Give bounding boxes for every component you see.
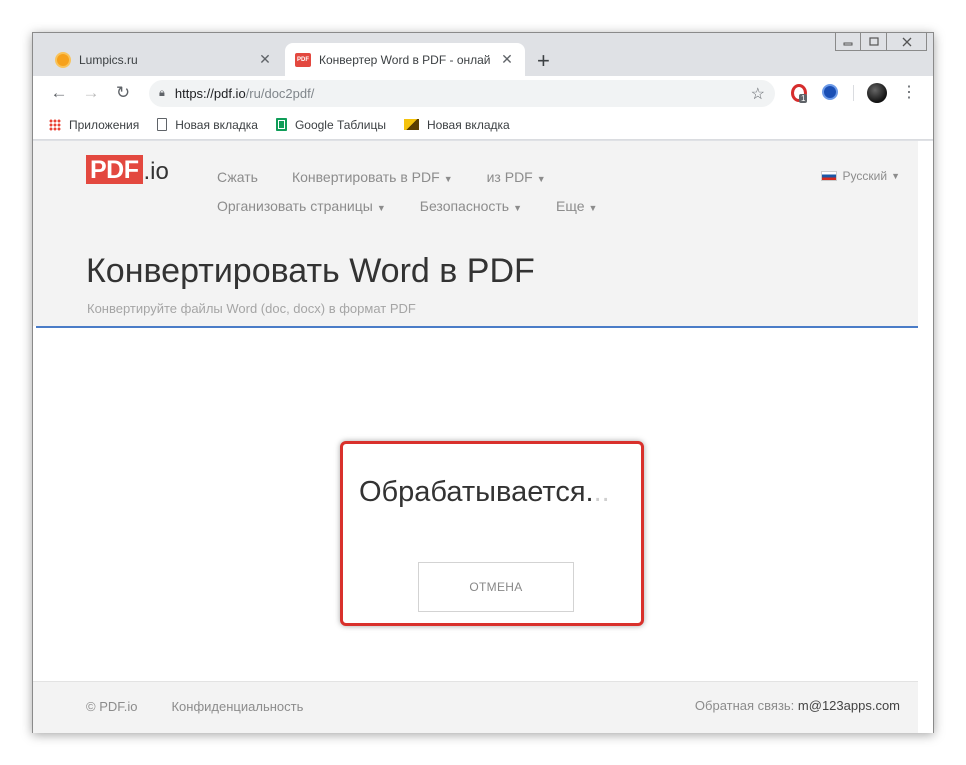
feedback-label: Обратная связь: <box>694 698 798 713</box>
extension-badge: 1 <box>799 94 808 103</box>
processing-panel: Обрабатывается... ОТМЕНА <box>340 441 644 626</box>
document-icon <box>157 118 168 131</box>
bookmark-label: Новая вкладка <box>175 117 258 132</box>
page-title: Конвертировать Word в PDF <box>86 252 535 290</box>
nav-label: Конвертировать в PDF <box>291 169 440 185</box>
cancel-button[interactable]: ОТМЕНА <box>418 562 574 612</box>
caret-down-icon: ▼ <box>376 203 386 213</box>
forward-arrow-icon[interactable]: → <box>75 83 107 103</box>
russian-flag-icon <box>820 171 837 181</box>
page-content: PDF .io Сжать Конвертировать в PDF ▼ из P… <box>33 141 933 733</box>
apps-grid-icon <box>49 118 61 131</box>
nav-security[interactable]: Безопасность ▼ <box>420 198 522 214</box>
footer-copyright: © PDF.io <box>86 699 138 714</box>
new-tab-button[interactable]: + <box>537 48 550 74</box>
language-label: Русский <box>842 169 888 183</box>
site-header: PDF .io Сжать Конвертировать в PDF ▼ из P… <box>33 141 918 326</box>
bookmark-label: Google Таблицы <box>294 117 386 132</box>
bookmark-star-icon[interactable]: ☆ <box>751 84 765 104</box>
processing-dots-faded: .. <box>593 476 610 508</box>
tab-title: Lumpics.ru <box>79 52 138 67</box>
tab-lumpics[interactable]: Lumpics.ru ✕ <box>45 43 283 76</box>
bookmark-new-tab-1[interactable]: Новая вкладка <box>157 118 258 132</box>
url-path: /ru/doc2pdf/ <box>245 86 315 101</box>
profile-avatar[interactable] <box>867 83 887 103</box>
footer-links: © PDF.io Конфиденциальность <box>86 699 337 714</box>
caret-down-icon: ▼ <box>891 171 900 181</box>
caret-down-icon: ▼ <box>536 174 546 184</box>
site-footer: © PDF.io Конфиденциальность Обратная свя… <box>33 681 918 733</box>
nav-label: Еще <box>556 198 585 214</box>
processing-dots: ... <box>586 476 610 508</box>
reload-icon[interactable]: ↻ <box>107 83 139 103</box>
main-nav-row-2: Организовать страницы ▼ Безопасность ▼ Еще… <box>217 198 631 214</box>
url-host: https://pdf.io <box>174 86 246 101</box>
nav-organize-pages[interactable]: Организовать страницы ▼ <box>217 198 386 214</box>
logo-io-text: .io <box>143 158 169 185</box>
processing-dot-main: . <box>585 476 594 508</box>
header-divider <box>36 326 918 328</box>
nav-label: Безопасность <box>419 198 510 214</box>
lumpics-favicon-icon <box>55 51 71 68</box>
toolbar-divider <box>853 85 854 101</box>
bookmark-label: Приложения <box>69 117 140 132</box>
caret-down-icon: ▼ <box>513 203 522 213</box>
main-nav-row-1: Сжать Конвертировать в PDF ▼ из PDF ▼ <box>217 169 580 185</box>
pdf-favicon-icon: PDF <box>295 52 311 67</box>
tab-strip: Lumpics.ru ✕ PDF Конвертер Word в PDF - … <box>33 43 933 76</box>
back-arrow-icon[interactable]: ← <box>43 83 75 103</box>
nav-compress[interactable]: Сжать <box>217 169 258 185</box>
more-menu-icon[interactable]: ⋮ <box>901 82 917 102</box>
globe-extension-icon[interactable] <box>822 84 838 100</box>
nav-more[interactable]: Еще ▼ <box>556 198 597 214</box>
logo-pdf-text: PDF <box>86 155 143 184</box>
feedback-email-link[interactable]: m@123apps.com <box>798 698 900 713</box>
nav-label: Организовать страницы <box>217 198 373 214</box>
tab-close-icon[interactable]: ✕ <box>257 51 273 68</box>
site-logo[interactable]: PDF .io <box>86 155 169 184</box>
tab-title: Конвертер Word в PDF - онлай <box>319 52 491 67</box>
bookmark-label: Новая вкладка <box>426 117 510 132</box>
bookmark-new-tab-2[interactable]: Новая вкладка <box>403 117 510 132</box>
google-sheets-icon <box>275 118 287 131</box>
nav-convert-to-pdf[interactable]: Конвертировать в PDF ▼ <box>292 169 453 185</box>
lock-icon: 🔒︎ <box>159 87 165 99</box>
nav-from-pdf[interactable]: из PDF ▼ <box>487 169 546 185</box>
page-subtitle: Конвертируйте файлы Word (doc, docx) в ф… <box>87 301 416 316</box>
tab-close-icon[interactable]: ✕ <box>499 51 515 68</box>
processing-status: Обрабатывается... <box>359 476 610 509</box>
nav-label: из PDF <box>486 169 533 185</box>
processing-label: Обрабатывается <box>359 476 586 508</box>
footer-privacy-link[interactable]: Конфиденциальность <box>171 699 303 714</box>
image-icon <box>403 119 419 130</box>
tab-pdf-converter[interactable]: PDF Конвертер Word в PDF - онлай ✕ <box>285 43 525 76</box>
language-selector[interactable]: Русский ▼ <box>820 169 900 183</box>
address-bar[interactable]: 🔒︎ https://pdf.io/ru/doc2pdf/ ☆ <box>149 80 775 107</box>
bookmark-apps[interactable]: Приложения <box>49 118 139 132</box>
bookmarks-bar: Приложения Новая вкладка Google Таблицы … <box>33 110 933 140</box>
footer-feedback: Обратная связь: m@123apps.com <box>695 698 900 713</box>
bookmark-google-sheets[interactable]: Google Таблицы <box>275 117 386 132</box>
caret-down-icon: ▼ <box>443 174 453 184</box>
caret-down-icon: ▼ <box>588 203 598 213</box>
nav-label: Сжать <box>217 169 258 185</box>
browser-toolbar: ← → ↻ 🔒︎ https://pdf.io/ru/doc2pdf/ ☆ 1 … <box>33 76 933 110</box>
browser-window: Lumpics.ru ✕ PDF Конвертер Word в PDF - … <box>32 32 934 733</box>
